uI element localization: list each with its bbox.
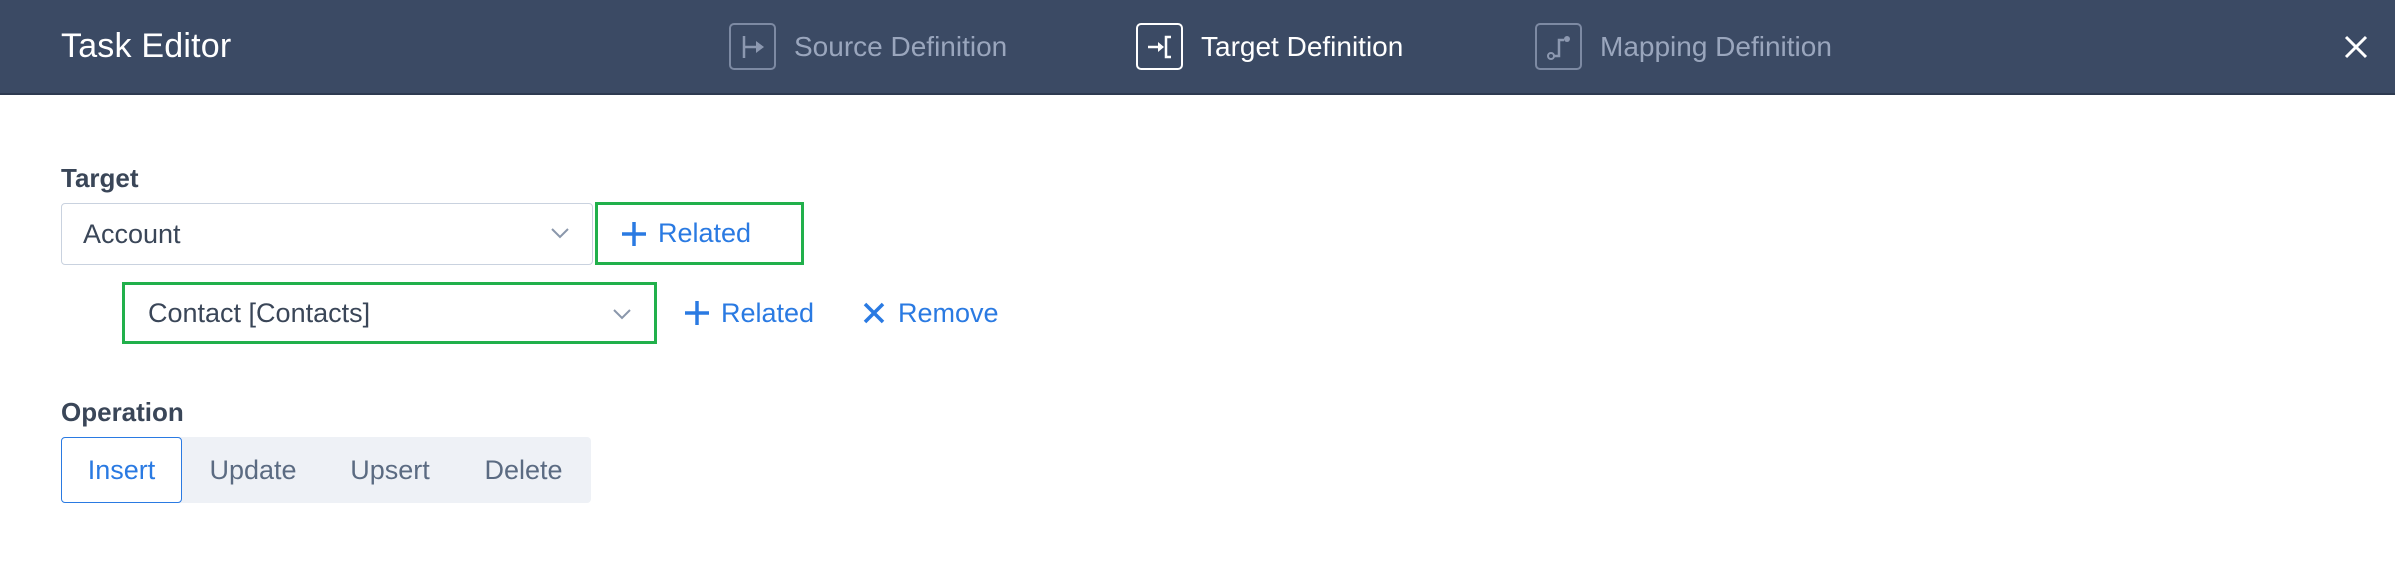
mapping-definition-icon (1535, 23, 1582, 70)
operation-insert-option[interactable]: Insert (61, 437, 182, 503)
plus-icon (683, 299, 711, 327)
plus-icon (620, 220, 648, 248)
task-editor-header: Task Editor Source Definition Target Def… (0, 0, 2395, 95)
operation-upsert-option[interactable]: Upsert (324, 437, 456, 503)
add-nested-related-button[interactable]: Related (683, 294, 814, 332)
add-nested-related-label: Related (721, 297, 815, 328)
operation-selector: Insert Update Upsert Delete (61, 437, 591, 503)
tab-mapping-definition[interactable]: Mapping Definition (1535, 23, 1832, 70)
add-related-button[interactable]: Related (595, 202, 804, 265)
tab-mapping-definition-label: Mapping Definition (1600, 30, 1832, 62)
operation-delete-option[interactable]: Delete (456, 437, 591, 503)
add-related-label: Related (658, 218, 752, 248)
tab-source-definition-label: Source Definition (794, 30, 1008, 62)
operation-section-label: Operation (61, 397, 184, 427)
target-section-label: Target (61, 163, 139, 193)
tab-target-definition[interactable]: Target Definition (1136, 23, 1403, 70)
target-object-value: Account (83, 218, 181, 249)
chevron-down-icon (551, 228, 569, 239)
source-definition-icon (729, 23, 776, 70)
chevron-down-icon (613, 309, 631, 320)
remove-related-button[interactable]: Remove (860, 294, 999, 332)
related-object-value: Contact [Contacts] (148, 297, 371, 328)
close-icon (860, 299, 888, 327)
tab-source-definition[interactable]: Source Definition (729, 23, 1007, 70)
target-definition-icon (1136, 23, 1183, 70)
related-object-select[interactable]: Contact [Contacts] (122, 282, 657, 344)
remove-related-label: Remove (898, 297, 999, 328)
operation-update-option[interactable]: Update (182, 437, 324, 503)
app-title: Task Editor (61, 27, 232, 65)
close-icon (2344, 35, 2368, 59)
tab-target-definition-label: Target Definition (1201, 30, 1404, 62)
close-button[interactable] (2337, 28, 2375, 66)
target-object-select[interactable]: Account (61, 203, 593, 265)
